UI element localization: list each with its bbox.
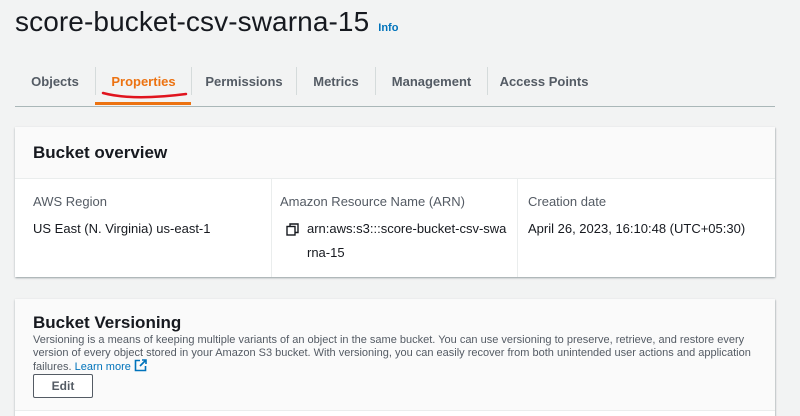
edit-button[interactable]: Edit: [33, 374, 93, 398]
learn-more-link[interactable]: Learn more: [75, 361, 131, 373]
page-header: score-bucket-csv-swarna-15 Info: [15, 6, 398, 38]
page-title: score-bucket-csv-swarna-15: [15, 6, 370, 37]
tab-objects[interactable]: Objects: [15, 62, 95, 100]
bucket-overview-panel: Bucket overview AWS Region US East (N. V…: [15, 127, 775, 277]
bucket-overview-title: Bucket overview: [33, 142, 168, 162]
tab-management[interactable]: Management: [376, 62, 487, 100]
copy-icon[interactable]: [286, 223, 299, 236]
tab-access-points[interactable]: Access Points: [488, 62, 600, 100]
region-label: AWS Region: [33, 194, 107, 209]
versioning-details-area: [15, 411, 775, 416]
versioning-description: Versioning is a means of keeping multipl…: [33, 334, 763, 374]
active-tab-indicator: [95, 102, 191, 105]
external-link-icon[interactable]: [134, 359, 147, 372]
info-link[interactable]: Info: [378, 22, 398, 34]
arn-label: Amazon Resource Name (ARN): [280, 194, 465, 209]
red-underline-annotation: [101, 91, 188, 99]
arn-column: Amazon Resource Name (ARN) arn:aws:s3:::…: [271, 179, 517, 277]
region-value: US East (N. Virginia) us-east-1: [33, 221, 211, 236]
arn-value: arn:aws:s3:::score-bucket-csv-swarna-15: [307, 221, 507, 260]
creation-date-label: Creation date: [528, 194, 607, 209]
bucket-overview-header: Bucket overview: [15, 127, 775, 179]
bucket-versioning-title: Bucket Versioning: [33, 313, 182, 332]
creation-date-value: April 26, 2023, 16:10:48 (UTC+05:30): [528, 221, 746, 236]
creation-date-column: Creation date April 26, 2023, 16:10:48 (…: [517, 179, 775, 277]
tab-metrics[interactable]: Metrics: [297, 62, 375, 100]
bucket-versioning-panel: Bucket Versioning Versioning is a means …: [15, 299, 775, 416]
tab-permissions[interactable]: Permissions: [192, 62, 296, 100]
arn-row: arn:aws:s3:::score-bucket-csv-swarna-15: [280, 217, 507, 265]
region-column: AWS Region US East (N. Virginia) us-east…: [15, 179, 271, 277]
